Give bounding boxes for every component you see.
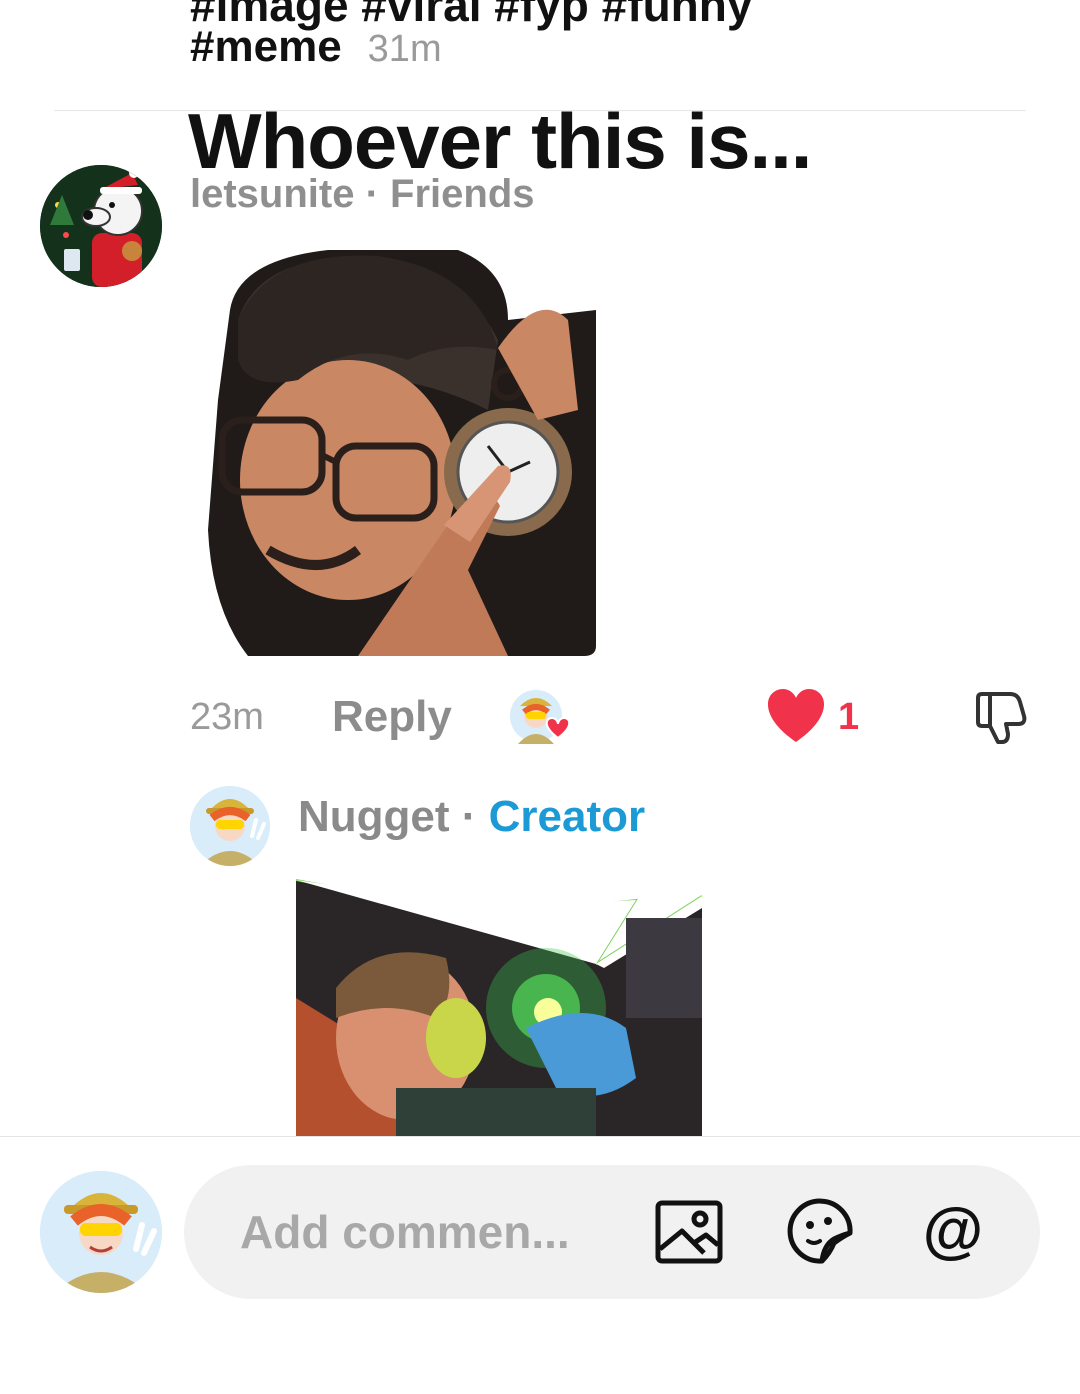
- commenter-username[interactable]: letsunite: [190, 172, 354, 216]
- like-count: 1: [838, 696, 860, 738]
- comment-placeholder: Add commen...: [240, 1206, 570, 1258]
- comment-actions: 23m Reply 1: [190, 688, 1030, 748]
- comment-sticker-image[interactable]: [208, 250, 596, 656]
- commenter-avatar[interactable]: [40, 165, 162, 287]
- previous-post-caption: #meme 31m: [190, 22, 442, 72]
- sticker-icon[interactable]: [786, 1197, 856, 1267]
- meta-separator: ·: [354, 172, 391, 216]
- reply-sticker-image[interactable]: [296, 878, 704, 1136]
- at-sign-icon[interactable]: @: [918, 1196, 988, 1267]
- meta-separator: ·: [449, 792, 489, 841]
- reply-button[interactable]: Reply: [332, 692, 452, 742]
- current-user-avatar[interactable]: [40, 1171, 162, 1293]
- comment-timestamp: 23m: [190, 696, 264, 738]
- reply-author-avatar[interactable]: [190, 786, 270, 866]
- creator-badge: Creator: [488, 792, 646, 841]
- reply-meta: Nugget · Creator: [298, 792, 645, 842]
- post-timestamp: 31m: [367, 28, 442, 70]
- comment-input[interactable]: Add commen... @: [184, 1165, 1040, 1299]
- thumbs-down-icon[interactable]: [970, 688, 1030, 748]
- creator-liked-avatar: [508, 688, 572, 748]
- comment-meta: letsunite · Friends: [190, 172, 535, 217]
- image-icon[interactable]: [654, 1197, 724, 1267]
- reply-author-name[interactable]: Nugget: [298, 792, 450, 841]
- heart-icon[interactable]: [766, 688, 826, 744]
- relation-label: Friends: [390, 172, 535, 216]
- hashtag-meme[interactable]: #meme: [190, 22, 342, 72]
- mention-symbol: @: [923, 1197, 983, 1265]
- comment-composer-bar: Add commen... @: [0, 1136, 1080, 1394]
